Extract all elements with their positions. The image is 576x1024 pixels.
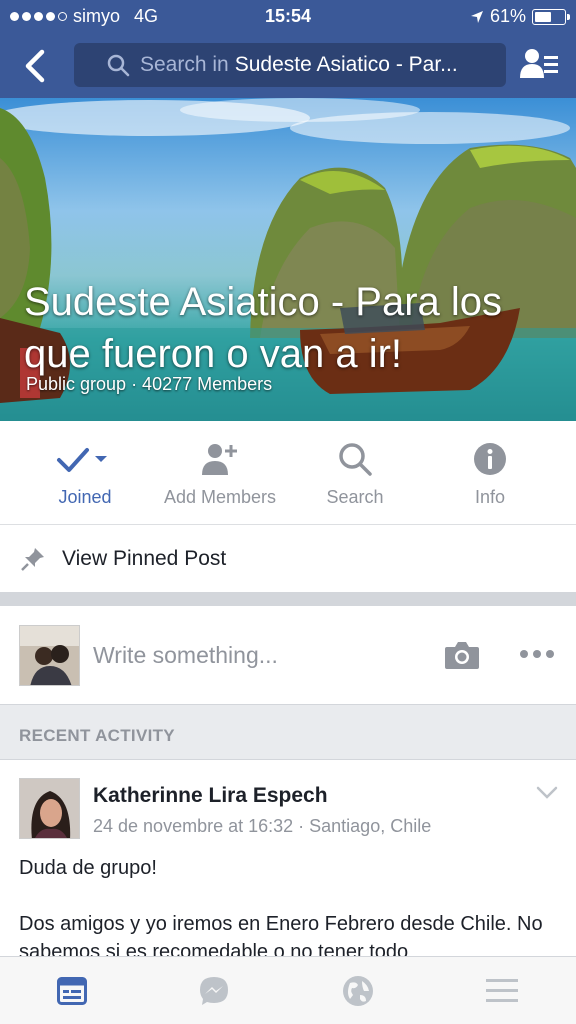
search-button[interactable]: Search — [285, 439, 425, 508]
pinned-post-label: View Pinned Post — [62, 547, 227, 570]
member-list-icon — [520, 49, 558, 78]
author-avatar[interactable] — [19, 778, 80, 839]
group-title: Sudeste Asiatico - Para los que fueron o… — [24, 280, 503, 376]
post-options-button[interactable] — [536, 786, 558, 800]
group-action-bar: Joined Add Members Search Info — [0, 421, 576, 525]
post-body: Duda de grupo! Dos amigos y yo iremos en… — [19, 854, 559, 956]
search-group-name: Sudeste Asiatico - Par... — [234, 53, 458, 76]
group-cover-photo[interactable]: Sudeste Asiatico - Para los que fueron o… — [0, 98, 576, 421]
group-search-input[interactable]: Search in Sudeste Asiatico - Par... — [74, 43, 506, 87]
view-pinned-post-row[interactable]: View Pinned Post — [0, 526, 576, 592]
user-avatar — [19, 625, 80, 686]
joined-label: Joined — [58, 487, 112, 507]
pin-icon — [18, 544, 48, 574]
hamburger-menu-icon — [486, 979, 518, 1002]
bottom-tab-bar — [0, 956, 576, 1024]
post-paragraph: Duda de grupo! — [19, 857, 157, 879]
chevron-left-icon — [25, 49, 45, 83]
recent-activity-label: RECENT ACTIVITY — [19, 726, 175, 745]
top-bar: simyo 4G 15:54 61% Search in Sudeste Asi… — [0, 0, 576, 98]
feed-post[interactable]: Katherinne Lira Espech 24 de novembre at… — [0, 760, 576, 956]
messenger-icon — [200, 977, 228, 1005]
battery-percent: 61% — [489, 6, 526, 26]
info-icon — [420, 439, 560, 479]
add-members-button[interactable]: Add Members — [150, 439, 290, 508]
recent-activity-header: RECENT ACTIVITY — [0, 704, 576, 760]
search-placeholder: Search in — [140, 53, 229, 76]
add-members-label: Add Members — [163, 487, 277, 507]
camera-button[interactable] — [444, 640, 480, 670]
search-label: Search — [326, 487, 384, 507]
write-something-input[interactable]: Write something... — [93, 642, 278, 669]
camera-icon — [445, 642, 479, 669]
globe-icon — [343, 976, 373, 1006]
info-button[interactable]: Info — [420, 439, 560, 508]
members-list-button[interactable] — [518, 46, 562, 84]
location-arrow-icon — [470, 10, 483, 23]
search-icon — [106, 53, 130, 77]
post-paragraph: Dos amigos y yo iremos en Enero Febrero … — [19, 913, 543, 956]
chevron-down-icon — [536, 786, 558, 799]
info-label: Info — [474, 487, 506, 507]
post-meta: 24 de novembre at 16:32 · Santiago, Chil… — [93, 816, 432, 836]
checkmark-dropdown-icon — [15, 439, 155, 479]
tab-menu[interactable] — [484, 973, 520, 1009]
tab-notifications[interactable] — [340, 973, 376, 1009]
more-options-icon[interactable] — [520, 644, 560, 664]
tab-messenger[interactable] — [196, 973, 232, 1009]
section-divider — [0, 592, 576, 606]
add-person-icon — [150, 439, 290, 479]
search-icon — [285, 439, 425, 479]
news-feed-icon — [57, 977, 87, 1005]
battery-icon — [532, 8, 570, 25]
tab-news-feed[interactable] — [54, 973, 90, 1009]
status-bar: simyo 4G 15:54 61% — [0, 0, 576, 34]
post-composer[interactable]: Write something... — [0, 606, 576, 704]
group-subtitle: Public group · 40277 Members — [26, 374, 273, 394]
post-author[interactable]: Katherinne Lira Espech — [93, 784, 328, 808]
back-button[interactable] — [18, 46, 54, 86]
joined-button[interactable]: Joined — [15, 439, 155, 508]
